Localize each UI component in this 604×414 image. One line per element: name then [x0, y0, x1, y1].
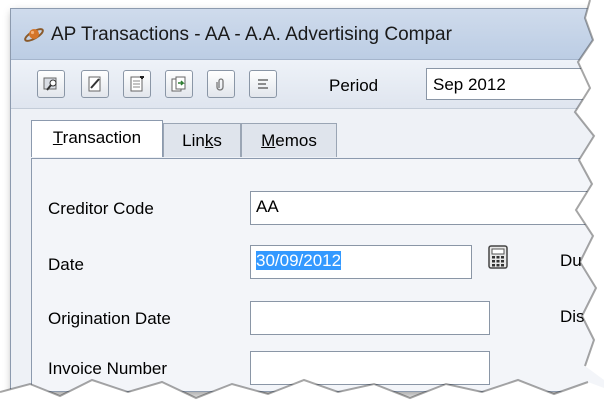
- tab-transaction-label: ransaction: [62, 128, 142, 147]
- tab-transaction[interactable]: Transaction: [31, 120, 163, 157]
- tab-transaction-mnemonic: T: [52, 128, 63, 147]
- torn-edge-overlay: [0, 0, 604, 414]
